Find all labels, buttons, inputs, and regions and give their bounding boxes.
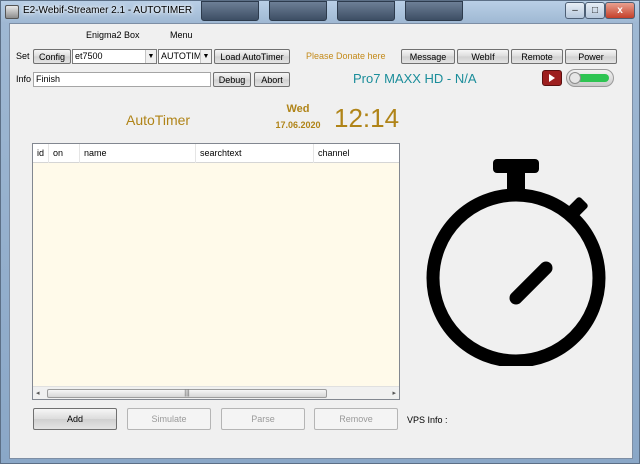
weekday: Wed [286,103,310,115]
title-bar[interactable]: E2-Webif-Streamer 2.1 - AUTOTIMER – □ x [1,1,640,23]
message-button[interactable]: Message [401,49,455,64]
column-header-id[interactable]: id [33,144,49,163]
parse-button[interactable]: Parse [221,408,305,430]
simulate-button[interactable]: Simulate [127,408,211,430]
info-label: Info [16,74,32,84]
minimize-button[interactable]: – [565,2,585,19]
close-button[interactable]: x [605,2,635,19]
menu-label: Menu [170,30,193,40]
main-panel: Enigma2 Box Menu Set Config et7500 ▼ AUT… [9,23,633,459]
scroll-left-icon[interactable]: ◂ [36,389,40,397]
column-header-name[interactable]: name [80,144,196,163]
window-icon [5,5,19,19]
info-field[interactable]: Finish [33,72,211,87]
remote-button[interactable]: Remote [511,49,563,64]
maximize-button[interactable]: □ [585,2,605,19]
scroll-right-icon[interactable]: ▸ [392,389,396,397]
autotimer-title: AutoTimer [126,112,191,128]
app-window: E2-Webif-Streamer 2.1 - AUTOTIMER – □ x … [0,0,640,464]
background-taskbar-tabs [201,1,541,21]
window-title: E2-Webif-Streamer 2.1 - AUTOTIMER [23,5,193,16]
debug-button[interactable]: Debug [213,72,251,87]
toggle-knob[interactable] [569,72,581,84]
webif-button[interactable]: WebIf [457,49,509,64]
abort-button[interactable]: Abort [254,72,290,87]
box-select[interactable]: et7500 ▼ [72,49,157,64]
play-button[interactable] [542,70,562,86]
background-tab [269,1,327,21]
donate-link[interactable]: Please Donate here [306,51,386,61]
remove-button[interactable]: Remove [314,408,398,430]
toggle-track [577,74,609,82]
power-toggle[interactable] [566,69,614,87]
dropdown-arrow-icon[interactable]: ▼ [200,50,211,63]
stopwatch-icon [426,159,606,366]
add-button[interactable]: Add [33,408,117,430]
list-header: id on name searchtext channel [33,144,399,163]
load-autotimer-button[interactable]: Load AutoTimer [214,49,290,64]
config-button[interactable]: Config [33,49,71,64]
box-select-value: et7500 [75,51,103,61]
scrollbar-thumb[interactable]: ||| [47,389,327,398]
play-icon [549,74,555,82]
set-label: Set [16,51,30,61]
background-tab [405,1,463,21]
enigma-box-label: Enigma2 Box [86,30,140,40]
vps-info-label: VPS Info : [407,415,448,425]
column-header-channel[interactable]: channel [314,144,399,163]
dropdown-arrow-icon[interactable]: ▼ [145,50,156,63]
column-header-on[interactable]: on [49,144,80,163]
channel-name: Pro7 MAXX HD - N/A [353,71,477,86]
date: 17.06.2020 [275,120,321,130]
power-button[interactable]: Power [565,49,617,64]
column-header-searchtext[interactable]: searchtext [196,144,314,163]
background-tab [337,1,395,21]
autotimer-list[interactable]: id on name searchtext channel ◂ ||| ▸ [32,143,400,400]
clock-time: 12:14 [334,103,400,133]
horizontal-scrollbar[interactable]: ◂ ||| ▸ [33,386,399,399]
menu-select[interactable]: AUTOTIMER ▼ [158,49,212,64]
background-tab [201,1,259,21]
